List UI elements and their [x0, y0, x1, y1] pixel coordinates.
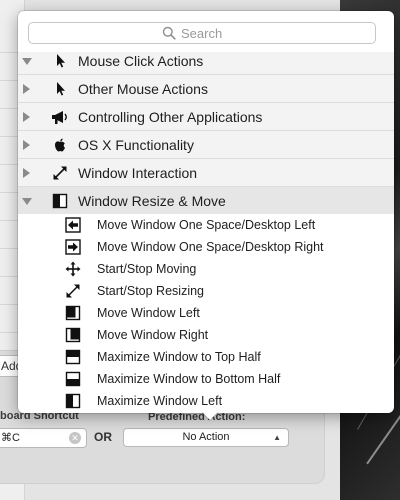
- action-item-label: Move Window Right: [97, 328, 209, 342]
- move-cross-icon: [65, 261, 81, 277]
- category-label: Controlling Other Applications: [78, 109, 263, 125]
- megaphone-icon: [51, 108, 69, 126]
- predefined-action-value: No Action: [182, 431, 230, 443]
- action-item-move-one-space-right[interactable]: Move Window One Space/Desktop Right: [18, 236, 394, 258]
- action-item-label: Maximize Window to Top Half: [97, 350, 261, 364]
- action-item-maximize-left[interactable]: Maximize Window Left: [18, 390, 394, 412]
- resize-diagonal-icon: [65, 283, 81, 299]
- action-item-move-window-right[interactable]: Move Window Right: [18, 324, 394, 346]
- action-item-label: Move Window One Space/Desktop Left: [97, 218, 316, 232]
- category-window-resize-move[interactable]: Window Resize & Move: [18, 186, 394, 214]
- disclosure-triangle-icon[interactable]: [23, 112, 30, 122]
- window-right-half-icon: [65, 327, 81, 343]
- search-input[interactable]: [181, 23, 361, 43]
- cursor-arrow-icon: [51, 52, 69, 70]
- clear-icon[interactable]: ✕: [69, 432, 81, 444]
- category-label: Mouse Click Actions: [78, 53, 204, 69]
- action-item-label: Start/Stop Resizing: [97, 284, 204, 298]
- action-item-move-one-space-left[interactable]: Move Window One Space/Desktop Left: [18, 214, 394, 236]
- shortcut-value: ⌘C: [1, 432, 20, 444]
- category-mouse-click-actions[interactable]: Mouse Click Actions: [18, 52, 394, 74]
- action-list[interactable]: Mouse Click Actions Other Mouse Actions …: [18, 52, 394, 413]
- window-bottom-half-icon: [65, 371, 81, 387]
- search-field[interactable]: [28, 22, 376, 44]
- window-arrow-left-icon: [65, 217, 81, 233]
- apple-logo-icon: [51, 136, 69, 154]
- window-top-half-icon: [65, 349, 81, 365]
- diagonal-arrows-icon: [51, 164, 69, 182]
- disclosure-triangle-icon[interactable]: [23, 168, 30, 178]
- disclosure-triangle-icon[interactable]: [23, 140, 30, 150]
- action-item-maximize-bottom-half[interactable]: Maximize Window to Bottom Half: [18, 368, 394, 390]
- action-item-label: Start/Stop Moving: [97, 262, 197, 276]
- category-other-mouse-actions[interactable]: Other Mouse Actions: [18, 74, 394, 102]
- action-item-start-stop-moving[interactable]: Start/Stop Moving: [18, 258, 394, 280]
- disclosure-triangle-icon[interactable]: [22, 58, 32, 65]
- disclosure-triangle-icon[interactable]: [22, 198, 32, 205]
- action-item-start-stop-resizing[interactable]: Start/Stop Resizing: [18, 280, 394, 302]
- half-window-icon: [51, 192, 69, 210]
- category-label: Window Interaction: [78, 165, 198, 181]
- select-arrows-icon: ▲: [273, 433, 281, 442]
- window-arrow-right-icon: [65, 239, 81, 255]
- action-picker-popover: Mouse Click Actions Other Mouse Actions …: [18, 11, 394, 420]
- category-label: OS X Functionality: [78, 137, 194, 153]
- action-item-label: Maximize Window Left: [97, 394, 223, 408]
- predefined-action-select[interactable]: No Action ▲: [123, 428, 289, 447]
- window-left-side-icon: [65, 393, 81, 409]
- action-item-label: Move Window Left: [97, 306, 200, 320]
- action-item-label: Maximize Window to Bottom Half: [97, 372, 281, 386]
- action-item-maximize-top-half[interactable]: Maximize Window to Top Half: [18, 346, 394, 368]
- window-left-half-icon: [65, 305, 81, 321]
- category-label: Window Resize & Move: [78, 193, 226, 209]
- action-item-label: Move Window One Space/Desktop Right: [97, 240, 324, 254]
- shortcut-field[interactable]: ⌘C ✕: [0, 428, 87, 448]
- action-item-move-window-left[interactable]: Move Window Left: [18, 302, 394, 324]
- disclosure-triangle-icon[interactable]: [23, 84, 30, 94]
- search-icon: [162, 26, 176, 40]
- category-os-x-functionality[interactable]: OS X Functionality: [18, 130, 394, 158]
- cursor-arrow-icon: [51, 80, 69, 98]
- category-label: Other Mouse Actions: [78, 81, 208, 97]
- popover-pointer: [201, 411, 219, 420]
- or-label: OR: [94, 430, 112, 444]
- category-controlling-other-applications[interactable]: Controlling Other Applications: [18, 102, 394, 130]
- category-window-interaction[interactable]: Window Interaction: [18, 158, 394, 186]
